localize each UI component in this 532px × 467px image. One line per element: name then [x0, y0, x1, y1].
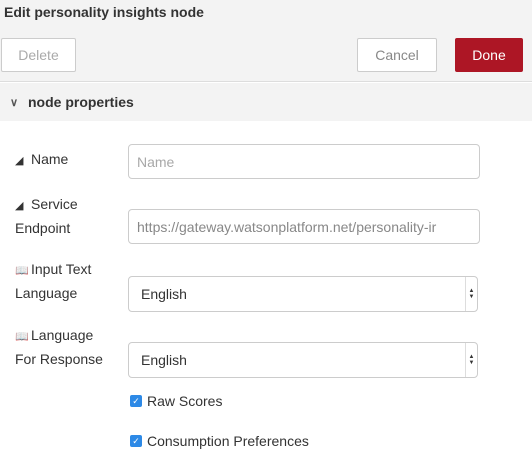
response-language-label: 📖 Language For Response [15, 327, 103, 367]
done-button[interactable]: Done [455, 38, 523, 72]
dialog-title: Edit personality insights node [0, 0, 532, 26]
language-icon: 📖 [15, 265, 29, 277]
section-title: node properties [28, 94, 134, 110]
language-icon: 📖 [15, 331, 29, 343]
service-endpoint-input[interactable]: https://gateway.watsonplatform.net/perso… [128, 209, 480, 244]
input-language-value: English [141, 286, 187, 302]
name-input[interactable]: Name [128, 144, 480, 179]
name-label: ◢ Name [15, 148, 68, 172]
input-language-label: 📖 Input Text Language [15, 261, 92, 301]
input-language-select[interactable]: English ▲ ▼ [128, 276, 478, 312]
dialog-toolbar: Delete Cancel Done [0, 26, 532, 82]
service-endpoint-label: ◢ Service Endpoint [15, 196, 78, 236]
consumption-preferences-checkbox[interactable]: ✓ [130, 435, 142, 447]
raw-scores-option[interactable]: ✓ Raw Scores [130, 393, 222, 409]
response-language-select[interactable]: English ▲ ▼ [128, 342, 478, 378]
tag-icon: ◢ [15, 200, 24, 212]
delete-button[interactable]: Delete [1, 38, 76, 72]
node-properties-header[interactable]: ∨ node properties [0, 83, 532, 121]
select-arrow-icon: ▲ ▼ [465, 277, 477, 311]
cancel-button[interactable]: Cancel [357, 38, 437, 72]
raw-scores-checkbox[interactable]: ✓ [130, 395, 142, 407]
tag-icon: ◢ [15, 155, 24, 167]
raw-scores-label: Raw Scores [147, 393, 223, 409]
chevron-down-icon[interactable]: ∨ [4, 96, 24, 109]
consumption-preferences-option[interactable]: ✓ Consumption Preferences [130, 433, 309, 449]
response-language-value: English [141, 352, 187, 368]
consumption-preferences-label: Consumption Preferences [147, 433, 309, 449]
select-arrow-icon: ▲ ▼ [465, 343, 477, 377]
